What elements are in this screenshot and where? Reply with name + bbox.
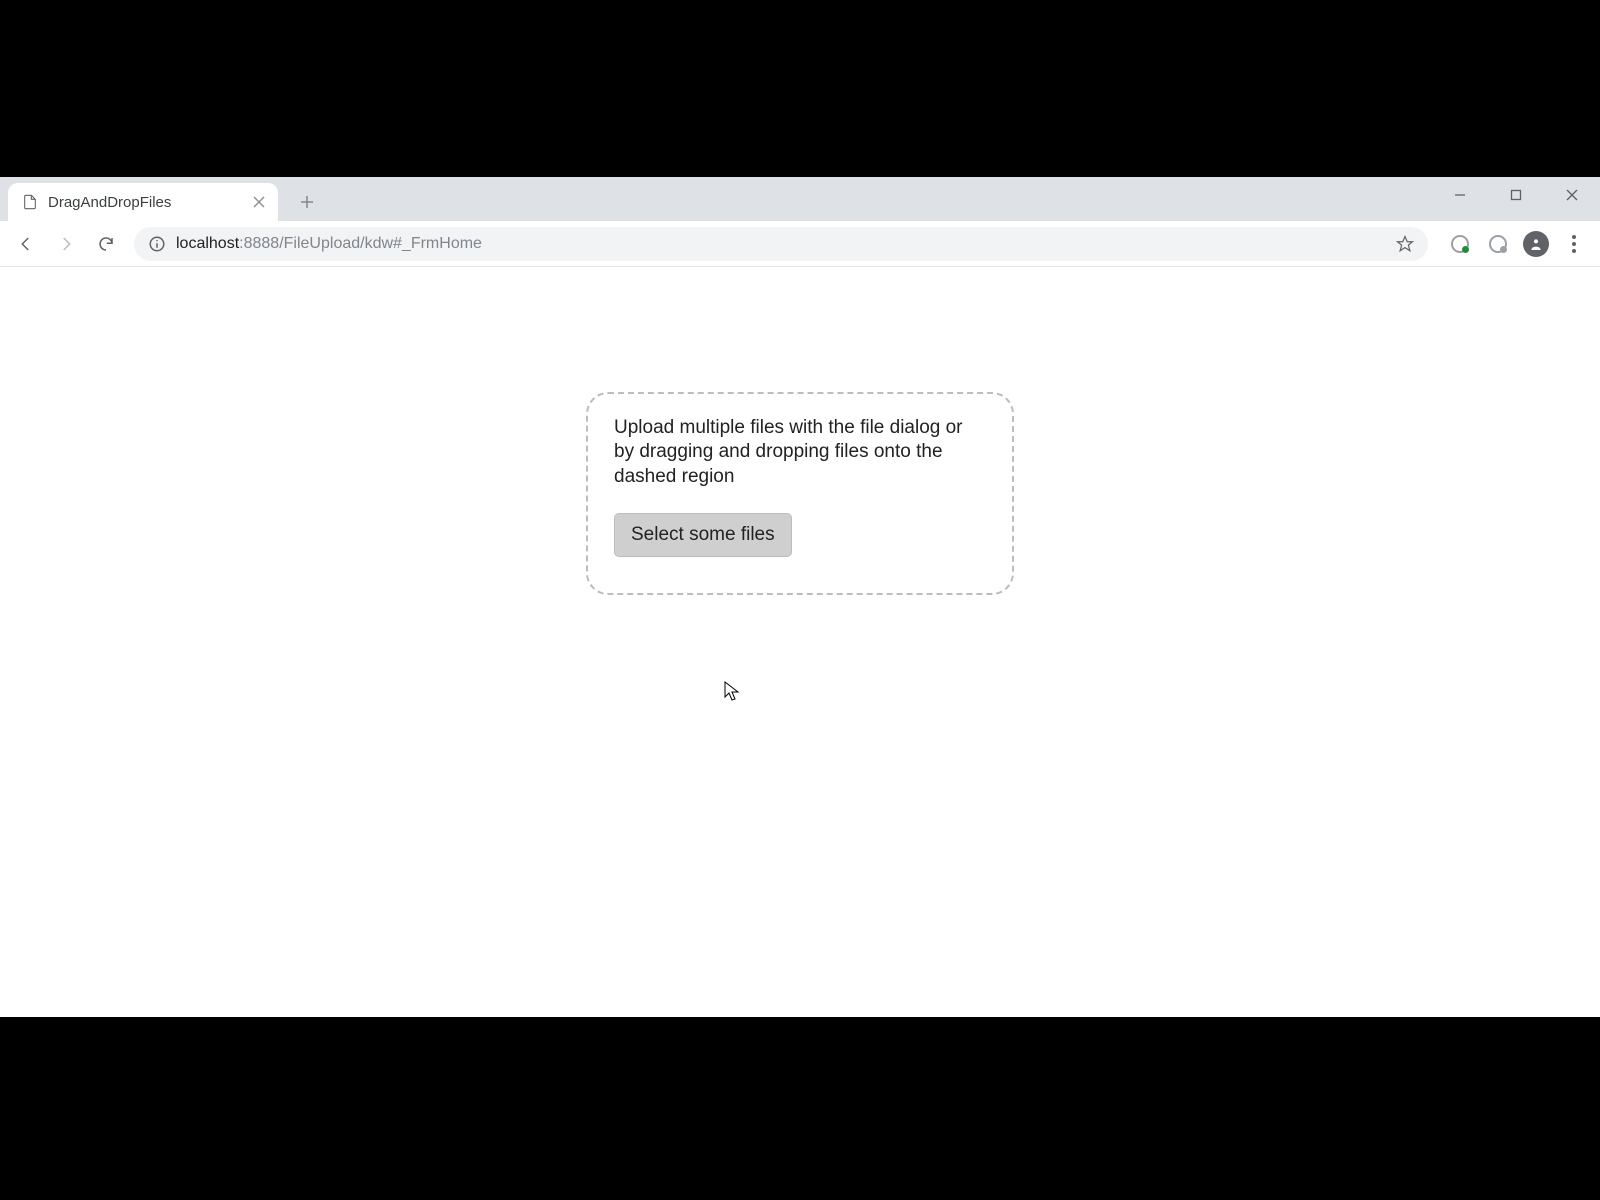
page-viewport: Upload multiple files with the file dial… xyxy=(0,267,1600,1017)
window-controls xyxy=(1432,177,1600,221)
forward-button[interactable] xyxy=(48,226,84,262)
site-info-icon[interactable] xyxy=(148,235,166,253)
menu-button[interactable] xyxy=(1556,226,1592,262)
file-drop-zone[interactable]: Upload multiple files with the file dial… xyxy=(586,392,1014,595)
url-text: localhost:8888/FileUpload/kdw#_FrmHome xyxy=(176,235,482,253)
profile-button[interactable] xyxy=(1518,226,1554,262)
bookmark-star-icon[interactable] xyxy=(1396,235,1414,253)
drop-zone-instructions: Upload multiple files with the file dial… xyxy=(614,416,986,489)
window-close-button[interactable] xyxy=(1544,177,1600,213)
page-icon xyxy=(22,194,38,210)
extension-icon[interactable] xyxy=(1480,226,1516,262)
back-button[interactable] xyxy=(8,226,44,262)
browser-toolbar: localhost:8888/FileUpload/kdw#_FrmHome xyxy=(0,221,1600,267)
new-tab-button[interactable] xyxy=(292,187,322,217)
address-bar[interactable]: localhost:8888/FileUpload/kdw#_FrmHome xyxy=(134,227,1428,261)
close-tab-icon[interactable] xyxy=(252,195,266,209)
tab-strip: DragAndDropFiles xyxy=(0,177,1600,221)
window-maximize-button[interactable] xyxy=(1488,177,1544,213)
tab-title: DragAndDropFiles xyxy=(48,194,242,211)
toolbar-right xyxy=(1442,226,1592,262)
avatar-icon xyxy=(1523,231,1549,257)
extension-icon[interactable] xyxy=(1442,226,1478,262)
browser-window: DragAndDropFiles xyxy=(0,177,1600,1017)
select-files-button[interactable]: Select some files xyxy=(614,513,792,557)
browser-tab[interactable]: DragAndDropFiles xyxy=(8,183,278,221)
url-path: /FileUpload/kdw#_FrmHome xyxy=(279,235,482,252)
cursor-icon xyxy=(724,681,740,703)
reload-button[interactable] xyxy=(88,226,124,262)
window-minimize-button[interactable] xyxy=(1432,177,1488,213)
url-port: :8888 xyxy=(239,235,279,252)
url-host: localhost xyxy=(176,235,239,252)
